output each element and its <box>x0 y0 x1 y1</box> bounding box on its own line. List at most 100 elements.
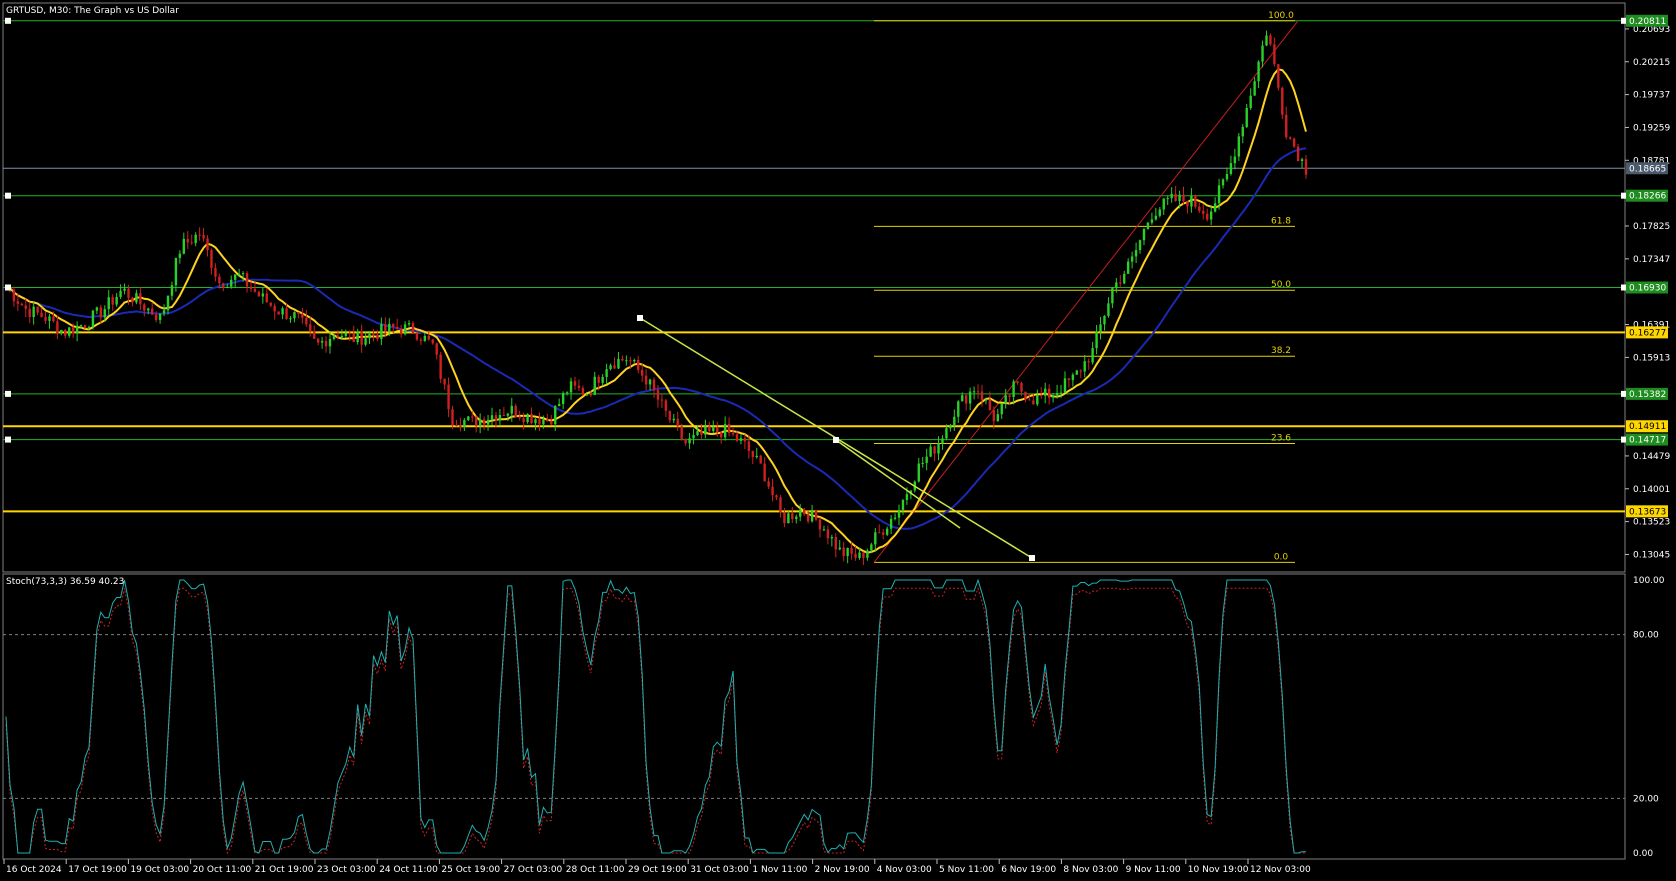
candle-body <box>281 308 284 315</box>
candle-body <box>1103 315 1106 325</box>
candle-body <box>68 327 71 336</box>
candle-body <box>71 327 75 334</box>
candle-body <box>1277 64 1280 88</box>
candle-body <box>1202 210 1205 214</box>
level-handle-left[interactable] <box>5 17 11 24</box>
price-tick-label: 0.17347 <box>1633 255 1670 265</box>
time-tick-label: 19 Oct 03:00 <box>130 865 189 875</box>
candle-body <box>324 341 328 347</box>
candle-body <box>328 338 332 347</box>
candle-body <box>976 391 980 393</box>
candle-body <box>727 424 731 434</box>
candle-body <box>316 338 320 343</box>
candle-body <box>787 513 790 524</box>
level-handle-left[interactable] <box>5 284 11 291</box>
candle-body <box>1119 282 1122 284</box>
fib-level-label: 50.0 <box>1271 280 1291 290</box>
fib-level-label: 100.0 <box>1268 11 1294 21</box>
candle-body <box>589 394 593 396</box>
candle-body <box>637 359 640 370</box>
candle-body <box>605 369 608 377</box>
candle-body <box>20 303 24 306</box>
candle-body <box>862 552 865 558</box>
candle-body <box>1221 179 1225 186</box>
level-handle-left[interactable] <box>5 436 11 443</box>
candle-body <box>810 509 814 522</box>
candle-body <box>1079 370 1082 372</box>
candle-body <box>988 399 992 411</box>
candle-body <box>198 234 201 236</box>
price-tick-label: 0.19259 <box>1633 123 1670 133</box>
price-tick-label: 0.19737 <box>1633 91 1670 101</box>
candle-body <box>241 273 245 275</box>
candle-body <box>593 376 596 395</box>
fib-level-label: 38.2 <box>1271 346 1291 356</box>
trading-chart[interactable]: 100.0 61.8 50.0 38.2 23.6 0.0 GRTUSD, M30: Th… <box>0 0 1676 881</box>
candle-body <box>399 328 403 335</box>
candle-body <box>633 359 636 362</box>
stochastic-tick-label: 0.00 <box>1633 849 1653 859</box>
candle-body <box>490 415 494 420</box>
candle-body <box>668 410 672 421</box>
candle-body <box>107 297 110 310</box>
candle-body <box>506 413 510 416</box>
candle-body <box>1182 194 1185 202</box>
candle-body <box>893 517 897 519</box>
candle-body <box>1071 374 1075 381</box>
trend-line-handle[interactable] <box>637 315 643 321</box>
candle-body <box>534 419 537 424</box>
candle-body <box>83 325 87 328</box>
candle-body <box>672 418 675 421</box>
time-tick-label: 2 Nov 19:00 <box>815 865 870 875</box>
time-tick-label: 6 Nov 19:00 <box>1001 865 1056 875</box>
candle-body <box>28 308 31 318</box>
level-handle-left[interactable] <box>5 192 11 199</box>
candle-body <box>783 512 786 524</box>
candle-body <box>1304 159 1308 175</box>
candle-body <box>162 310 166 314</box>
candle-body <box>103 309 106 318</box>
candle-body <box>87 326 91 328</box>
candle-body <box>664 400 668 411</box>
candle-body <box>806 514 810 522</box>
stochastic-tick-label: 80.00 <box>1633 631 1659 641</box>
time-tick-label: 31 Oct 03:00 <box>690 865 749 875</box>
candle-body <box>1142 229 1146 241</box>
candle-body <box>854 553 857 558</box>
candle-body <box>822 529 826 531</box>
trend-line-handle[interactable] <box>833 437 839 443</box>
candle-body <box>36 306 39 313</box>
candle-body <box>802 509 806 515</box>
candle-body <box>1292 138 1296 147</box>
candle-body <box>1000 403 1003 415</box>
candle-body <box>735 434 739 441</box>
level-handle-left[interactable] <box>5 390 11 397</box>
candle-body <box>585 394 589 396</box>
candle-body <box>719 432 723 438</box>
candle-body <box>1265 35 1268 46</box>
candle-body <box>131 297 134 303</box>
candle-body <box>1158 209 1161 216</box>
candle-body <box>356 331 359 343</box>
candle-body <box>1067 378 1071 381</box>
candle-body <box>431 339 434 344</box>
candle-body <box>498 414 502 421</box>
candle-body <box>471 416 474 418</box>
candle-body <box>1245 108 1248 127</box>
trend-line-handle[interactable] <box>1029 555 1035 561</box>
candle-body <box>680 426 683 440</box>
candle-body <box>210 250 213 268</box>
candle-body <box>447 384 450 410</box>
candle-body <box>1300 159 1304 162</box>
candle-body <box>463 420 466 428</box>
chart-title: GRTUSD, M30: The Graph vs US Dollar <box>6 6 179 16</box>
candle-body <box>1095 331 1098 349</box>
candle-body <box>526 414 529 423</box>
candle-body <box>368 333 371 339</box>
candle-body <box>313 331 316 339</box>
candle-body <box>1063 378 1067 393</box>
price-level-tag-text: 0.18665 <box>1629 164 1666 174</box>
candle-body <box>415 332 419 340</box>
candle-body <box>12 289 16 302</box>
candle-body <box>866 550 869 558</box>
